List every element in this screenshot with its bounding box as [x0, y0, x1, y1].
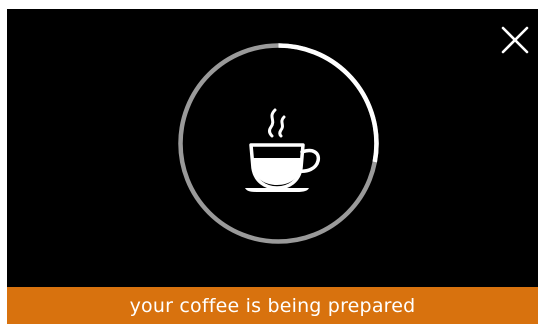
close-button[interactable]	[498, 23, 532, 57]
status-bar: your coffee is being prepared	[7, 287, 538, 324]
status-message: your coffee is being prepared	[129, 294, 416, 317]
close-icon	[501, 26, 529, 54]
coffee-cup-icon	[245, 108, 321, 192]
coffee-preparation-screen: your coffee is being prepared	[7, 9, 538, 324]
